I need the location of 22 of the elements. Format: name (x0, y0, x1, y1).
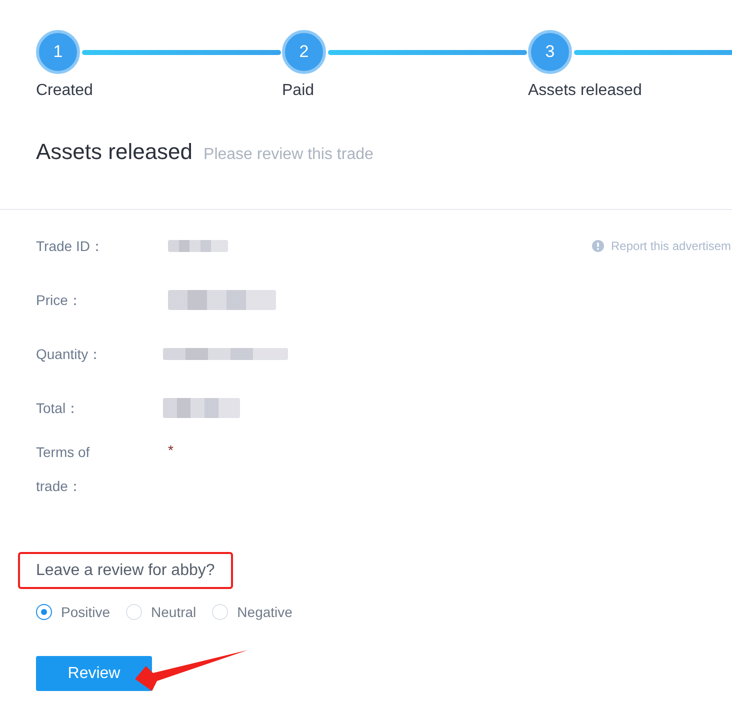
field-label: Terms of trade： (36, 443, 91, 496)
page-title: Assets released (36, 139, 193, 165)
field-label: Quantity： (36, 345, 102, 364)
rating-option[interactable]: Neutral (126, 604, 196, 620)
radio-button[interactable] (36, 604, 52, 620)
step-number: 3 (528, 30, 572, 74)
review-button[interactable]: Review (36, 656, 152, 691)
step-number: 2 (282, 30, 326, 74)
review-prompt: Leave a review for abby? (36, 562, 215, 580)
blurred-value (168, 240, 228, 252)
field-label: Trade ID： (36, 237, 104, 256)
field-value: * (168, 441, 174, 460)
field-label: Total： (36, 399, 80, 418)
rating-option[interactable]: Positive (36, 604, 110, 620)
step-label: Paid (282, 82, 314, 100)
page-subtitle: Please review this trade (204, 146, 374, 164)
field-label: Price： (36, 291, 82, 310)
step-label: Assets released (528, 82, 642, 100)
step-number: 1 (36, 30, 80, 74)
alert-icon (592, 240, 604, 252)
rating-option[interactable]: Negative (212, 604, 292, 620)
step-label: Created (36, 82, 93, 100)
